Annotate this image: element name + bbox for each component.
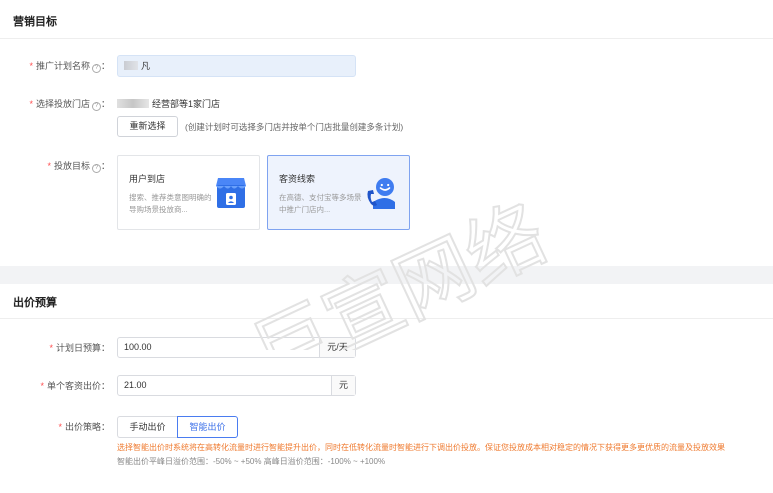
- target-label: * 投放目标?：: [47, 161, 110, 173]
- daily-budget-input[interactable]: 100.00 元/天: [117, 337, 356, 358]
- target-card-customer-leads[interactable]: 客资线索 在高德、支付宝等多场景中推广门店内...: [267, 155, 410, 230]
- single-bid-unit: 元: [331, 376, 355, 395]
- smart-bid-range: 智能出价平峰日溢价范围：-50% ~ +50% 高峰日溢价范围：-100% ~ …: [117, 457, 386, 466]
- card-description: 搜索、推荐类意图明确的导购场景投放商...: [129, 193, 212, 214]
- required-mark: *: [49, 343, 53, 353]
- section-separator: [0, 266, 773, 284]
- required-mark: *: [58, 422, 62, 432]
- question-circle-icon[interactable]: ?: [91, 102, 101, 111]
- section-title-bidding: 出价预算: [13, 297, 57, 309]
- question-circle-icon[interactable]: ?: [91, 164, 101, 173]
- single-bid-label: * 单个客资出价：: [40, 381, 110, 391]
- redacted-text: [124, 61, 138, 70]
- daily-budget-value: 100.00: [124, 342, 152, 352]
- required-mark: *: [40, 381, 44, 391]
- section-divider: [0, 318, 773, 319]
- daily-budget-label: * 计划日预算：: [49, 343, 110, 353]
- plan-name-label: * 推广计划名称?：: [29, 61, 110, 73]
- store-select-label: * 选择投放门店?：: [29, 99, 110, 111]
- reselect-button[interactable]: 重新选择: [117, 116, 178, 137]
- section-divider: [0, 38, 773, 39]
- target-card-store-visit[interactable]: 用户到店 搜索、推荐类意图明确的导购场景投放商...: [117, 155, 260, 230]
- smart-bid-warning: 选择智能出价时系统将在高转化流量时进行智能提升出价，同时在低转化流量时智能进行下…: [117, 443, 725, 452]
- question-circle-icon[interactable]: ?: [91, 64, 101, 73]
- card-description: 在高德、支付宝等多场景中推广门店内...: [279, 193, 362, 214]
- store-icon: [216, 178, 246, 208]
- daily-budget-unit: 元/天: [319, 338, 355, 357]
- required-mark: *: [29, 61, 33, 71]
- single-bid-value: 21.00: [124, 380, 147, 390]
- smart-bid-option[interactable]: 智能出价: [177, 416, 238, 438]
- required-mark: *: [29, 99, 33, 109]
- selected-stores-text: 经营部等1家门店: [117, 98, 220, 110]
- manual-bid-option[interactable]: 手动出价: [117, 416, 177, 438]
- section-title-marketing: 营销目标: [13, 16, 57, 28]
- plan-name-input[interactable]: 凡: [117, 55, 356, 77]
- bid-strategy-label: * 出价策略：: [58, 422, 110, 432]
- card-title: 客资线索: [279, 174, 316, 184]
- redacted-text: [117, 99, 149, 108]
- single-bid-input[interactable]: 21.00 元: [117, 375, 356, 396]
- card-title: 用户到店: [129, 174, 166, 184]
- store-select-hint: (创建计划时可选择多门店并按单个门店批量创建多条计划): [185, 122, 404, 132]
- customer-service-icon: [367, 178, 395, 209]
- required-mark: *: [47, 161, 51, 171]
